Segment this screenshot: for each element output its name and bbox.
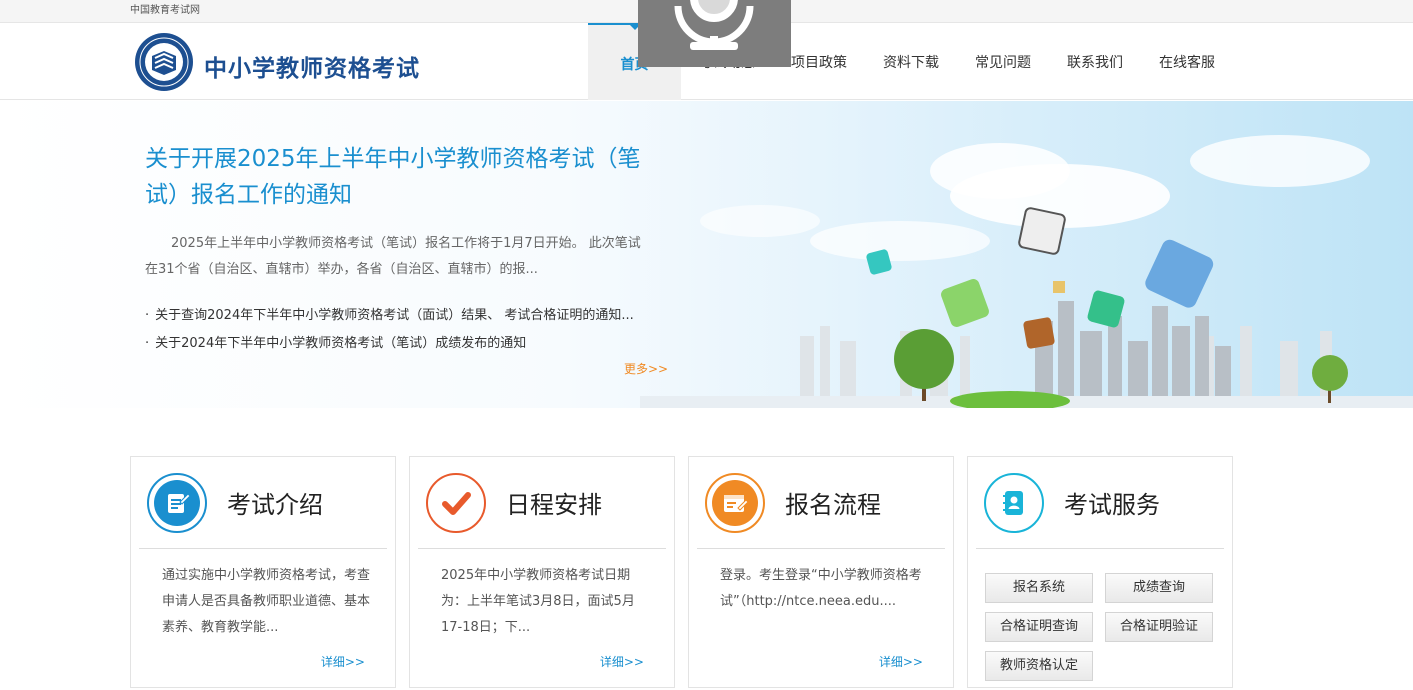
news-item[interactable]: · 关于查询2024年下半年中小学教师资格考试（面试）结果、 考试合格证明的通知.… [145, 302, 665, 330]
banner-headline-link[interactable]: 关于开展2025年上半年中小学教师资格考试（笔试）报名工作的通知 [145, 141, 655, 213]
card-exam-intro: 考试介绍 通过实施中小学教师资格考试，考查申请人是否具备教师职业道德、基本素养、… [130, 456, 396, 688]
bullet-icon: · [145, 308, 150, 323]
news-item-title[interactable]: 关于2024年下半年中小学教师资格考试（笔试）成绩发布的通知 [155, 336, 526, 351]
divider [418, 548, 666, 549]
registration-system-button[interactable]: 报名系统 [985, 573, 1093, 603]
site-name-link[interactable]: 中国教育考试网 [130, 1, 200, 16]
card-title[interactable]: 日程安排 [506, 485, 602, 520]
logo-emblem-icon[interactable] [134, 32, 194, 92]
checkmark-icon [442, 492, 471, 515]
teacher-certification-button[interactable]: 教师资格认定 [985, 651, 1093, 681]
nav-item-contact[interactable]: 联系我们 [1049, 23, 1141, 100]
card-details-link[interactable]: 详细>> [879, 653, 923, 670]
certificate-query-button[interactable]: 合格证明查询 [985, 612, 1093, 642]
card-title[interactable]: 报名流程 [785, 485, 881, 520]
card-title[interactable]: 考试介绍 [227, 485, 323, 520]
score-query-button[interactable]: 成绩查询 [1105, 573, 1213, 603]
card-registration-process: 报名流程 登录。考生登录“中小学教师资格考试”（http://ntce.neea… [688, 456, 954, 688]
news-banner: 关于开展2025年上半年中小学教师资格考试（笔试）报名工作的通知 2025年上半… [0, 101, 1413, 408]
microphone-icon [674, 0, 754, 50]
card-description: 登录。考生登录“中小学教师资格考试”（http://ntce.neea.edu.… [720, 568, 922, 609]
news-list: · 关于查询2024年下半年中小学教师资格考试（面试）结果、 考试合格证明的通知.… [145, 302, 665, 358]
news-item[interactable]: · 关于2024年下半年中小学教师资格考试（笔试）成绩发布的通知 [145, 330, 665, 358]
card-icon-ring [984, 473, 1044, 533]
banner-illustration [640, 135, 1413, 408]
banner-summary: 2025年上半年中小学教师资格考试（笔试）报名工作将于1月7日开始。 此次笔试在… [145, 236, 641, 277]
card-description: 2025年中小学教师资格考试日期为：上半年笔试3月8日，面试5月17-18日；下… [441, 568, 635, 635]
card-icon-ring [147, 473, 207, 533]
news-item-title[interactable]: 关于查询2024年下半年中小学教师资格考试（面试）结果、 考试合格证明的通知..… [155, 308, 634, 323]
card-title[interactable]: 考试服务 [1064, 485, 1160, 520]
divider [139, 548, 387, 549]
edit-document-icon [168, 493, 191, 513]
brand-title[interactable]: 中小学教师资格考试 [204, 49, 420, 83]
nav-item-downloads[interactable]: 资料下载 [865, 23, 957, 100]
card-details-link[interactable]: 详细>> [600, 653, 644, 670]
card-exam-services: 考试服务 报名系统 成绩查询 合格证明查询 合格证明验证 教师资格认定 [967, 456, 1233, 688]
nav-item-online-service[interactable]: 在线客服 [1141, 23, 1233, 100]
voice-input-overlay[interactable] [638, 0, 791, 67]
divider [976, 548, 1224, 549]
certificate-verify-button[interactable]: 合格证明验证 [1105, 612, 1213, 642]
divider [697, 548, 945, 549]
card-details-link[interactable]: 详细>> [321, 653, 365, 670]
application-form-icon [724, 495, 749, 512]
bullet-icon: · [145, 336, 150, 351]
card-description: 通过实施中小学教师资格考试，考查申请人是否具备教师职业道德、基本素养、教育教学能… [162, 568, 371, 635]
card-schedule: 日程安排 2025年中小学教师资格考试日期为：上半年笔试3月8日，面试5月17-… [409, 456, 675, 688]
more-news-link[interactable]: 更多>> [624, 360, 668, 377]
nav-item-faq[interactable]: 常见问题 [957, 23, 1049, 100]
card-icon-ring [705, 473, 765, 533]
address-book-icon [1003, 491, 1023, 515]
card-icon-ring [426, 473, 486, 533]
